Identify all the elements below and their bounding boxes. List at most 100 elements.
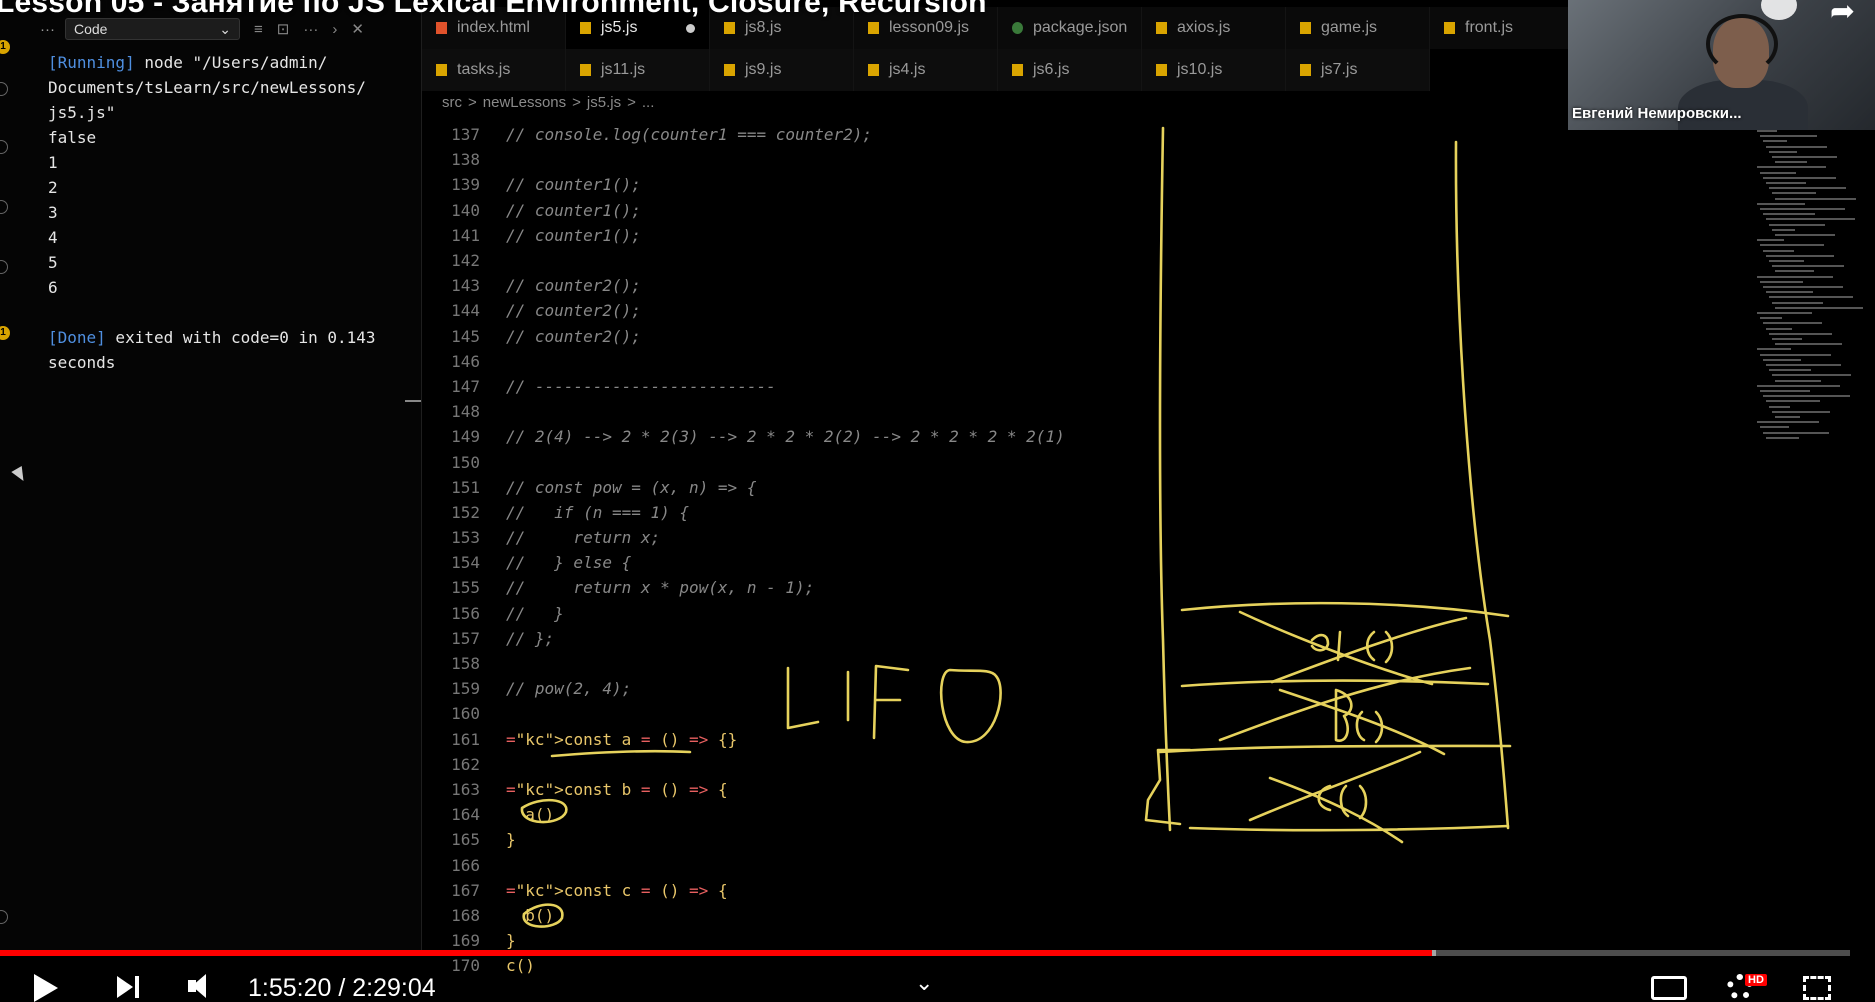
minimap-line <box>1766 436 1799 439</box>
tab-js6-js[interactable]: js6.js <box>998 49 1142 91</box>
tab-js4-js[interactable]: js4.js <box>854 49 998 91</box>
tab-game-js[interactable]: game.js <box>1286 7 1430 49</box>
js-file-icon <box>868 22 879 34</box>
chevron-down-icon[interactable]: ⌄ <box>915 970 933 996</box>
run-icon[interactable] <box>0 200 8 214</box>
code-line[interactable]: 151 // const pow = (x, n) => { <box>422 475 1567 500</box>
js-file-icon <box>1156 22 1167 34</box>
code-line[interactable]: 141 // counter1(); <box>422 223 1567 248</box>
code-line[interactable]: 163 ="kc">const b = () => { <box>422 777 1567 802</box>
code-line[interactable]: 155 // return x * pow(x, n - 1); <box>422 575 1567 600</box>
code-area[interactable]: 137 // console.log(counter1 === counter2)… <box>422 122 1567 978</box>
js-file-icon <box>868 64 879 76</box>
more-actions-icon[interactable]: ··· <box>40 21 55 38</box>
code-line[interactable]: 147 // ------------------------- <box>422 374 1567 399</box>
unsaved-dot-icon[interactable] <box>686 24 695 33</box>
output-line-text: js5.js" <box>48 103 116 122</box>
panel-splitter[interactable] <box>405 400 421 402</box>
breadcrumb-separator: > <box>627 94 636 111</box>
code-line[interactable]: 168 b() <box>422 903 1567 928</box>
code-line[interactable]: 142 <box>422 248 1567 273</box>
code-line[interactable]: 144 // counter2(); <box>422 298 1567 323</box>
next-icon[interactable] <box>117 976 133 998</box>
line-number: 154 <box>451 553 480 573</box>
code-line[interactable]: 161 ="kc">const a = () => {} <box>422 727 1567 752</box>
tab-package-json[interactable]: package.json <box>998 7 1142 49</box>
play-icon[interactable] <box>34 974 58 1002</box>
code-line[interactable]: 160 <box>422 701 1567 726</box>
code-text: // 2(4) --> 2 * 2(3) --> 2 * 2 * 2(2) --… <box>506 427 1065 447</box>
minimap-line <box>1772 374 1851 377</box>
code-line[interactable]: 138 <box>422 147 1567 172</box>
minimap-line <box>1772 228 1795 231</box>
output-channel-select[interactable]: Code ⌄ <box>65 18 240 40</box>
chevron-right-icon[interactable]: › <box>332 21 337 38</box>
breadcrumb-item[interactable]: src <box>442 94 462 111</box>
code-line[interactable]: 162 <box>422 752 1567 777</box>
minimap-line <box>1760 390 1810 392</box>
tab-tasks-js[interactable]: tasks.js <box>422 49 566 91</box>
code-line[interactable]: 166 <box>422 852 1567 877</box>
warning-badge: 1 <box>0 326 10 340</box>
account-icon[interactable] <box>0 910 8 924</box>
source-control-icon[interactable] <box>0 140 8 154</box>
exit-fullscreen-icon[interactable] <box>1803 976 1831 1000</box>
breadcrumb-item[interactable]: js5.js <box>587 94 621 111</box>
watch-later-icon[interactable] <box>1761 0 1797 20</box>
code-line[interactable]: 149 // 2(4) --> 2 * 2(3) --> 2 * 2 * 2(2)… <box>422 424 1567 449</box>
breadcrumb-item[interactable]: ... <box>642 94 655 111</box>
code-line[interactable]: 146 <box>422 349 1567 374</box>
close-icon[interactable]: ✕ <box>351 20 364 38</box>
more-icon[interactable]: ··· <box>303 21 318 38</box>
tab-label: js11.js <box>601 61 646 78</box>
lock-icon[interactable]: ⊡ <box>277 20 290 38</box>
code-line[interactable]: 165} <box>422 827 1567 852</box>
code-line[interactable]: 157 // }; <box>422 626 1567 651</box>
tab-js11-js[interactable]: js11.js <box>566 49 710 91</box>
progress-bar[interactable] <box>0 950 1850 956</box>
code-line[interactable]: 167 ="kc">const c = () => { <box>422 878 1567 903</box>
tab-js7-js[interactable]: js7.js <box>1286 49 1430 91</box>
search-icon[interactable] <box>0 82 8 96</box>
code-line[interactable]: 145 // counter2(); <box>422 324 1567 349</box>
js-file-icon <box>580 22 591 34</box>
code-line[interactable]: 148 <box>422 399 1567 424</box>
minimap-line <box>1766 254 1834 257</box>
code-line[interactable]: 158 <box>422 651 1567 676</box>
tab-js10-js[interactable]: js10.js <box>1142 49 1286 91</box>
line-number: 138 <box>451 150 480 170</box>
minimap-line <box>1757 384 1840 387</box>
line-number: 146 <box>451 351 480 371</box>
extensions-icon[interactable] <box>0 260 8 274</box>
tab-js9-js[interactable]: js9.js <box>710 49 854 91</box>
code-line[interactable]: 153 // return x; <box>422 525 1567 550</box>
code-text: // const pow = (x, n) => { <box>506 477 757 497</box>
breadcrumb-item[interactable]: newLessons <box>483 94 566 111</box>
line-number: 151 <box>451 477 480 497</box>
share-icon[interactable]: ➦ <box>1830 0 1855 29</box>
tab-front-js[interactable]: front.js <box>1430 7 1574 49</box>
code-line[interactable]: 152 // if (n === 1) { <box>422 500 1567 525</box>
code-line[interactable]: 139 // counter1(); <box>422 172 1567 197</box>
js-file-icon <box>1444 22 1455 34</box>
code-line[interactable]: 164 a() <box>422 802 1567 827</box>
output-status-tag: [Done] <box>48 328 106 347</box>
minimap-line <box>1760 280 1803 283</box>
tab-axios-js[interactable]: axios.js <box>1142 7 1286 49</box>
output-line-text: 5 <box>48 253 58 272</box>
code-line[interactable]: 140 // counter1(); <box>422 198 1567 223</box>
minimap[interactable] <box>1757 130 1875 460</box>
code-line[interactable]: 150 <box>422 449 1567 474</box>
code-line[interactable]: 159 // pow(2, 4); <box>422 676 1567 701</box>
code-line[interactable]: 156 // } <box>422 601 1567 626</box>
output-line: 1 <box>48 150 376 175</box>
subtitles-icon[interactable] <box>1651 976 1687 1000</box>
tab-label: js7.js <box>1321 61 1358 78</box>
line-number: 156 <box>451 603 480 623</box>
line-number: 141 <box>451 225 480 245</box>
code-line[interactable]: 154 // } else { <box>422 550 1567 575</box>
clear-output-icon[interactable]: ≡ <box>254 21 263 38</box>
code-line[interactable]: 143 // counter2(); <box>422 273 1567 298</box>
minimap-line <box>1769 260 1804 262</box>
code-line[interactable]: 137 // console.log(counter1 === counter2)… <box>422 122 1567 147</box>
